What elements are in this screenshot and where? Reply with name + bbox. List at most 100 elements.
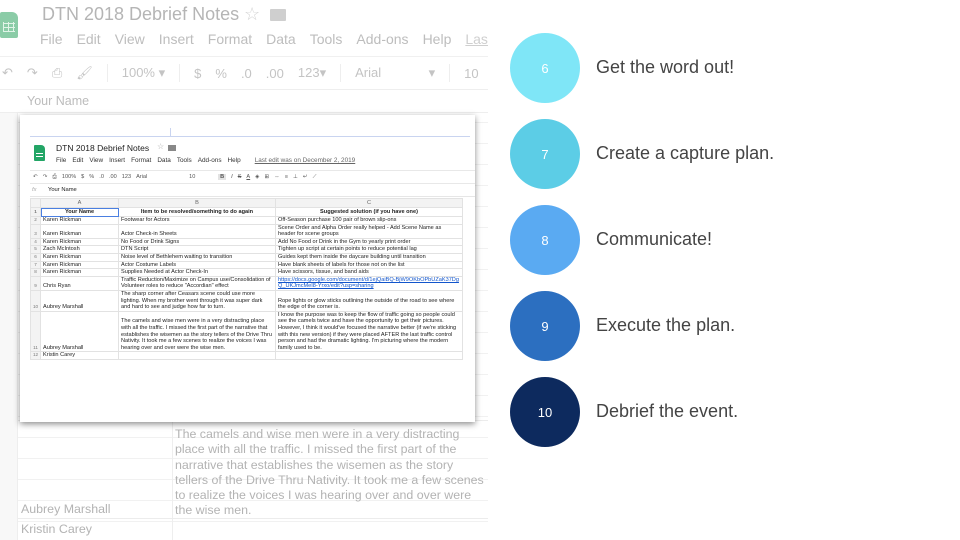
- column-header-row: A B C: [30, 198, 463, 208]
- menu-item-help: Help: [227, 157, 241, 164]
- column-header-b: B: [118, 198, 276, 208]
- row-number: 1: [30, 207, 41, 217]
- menu-item-view[interactable]: View: [115, 31, 145, 47]
- print-icon[interactable]: ⎙: [52, 65, 62, 81]
- toolbar-divider: [449, 64, 451, 82]
- redo-icon: ↷: [42, 174, 48, 180]
- step-circle-7: 7: [510, 119, 580, 189]
- number-format-select: 123: [121, 174, 132, 180]
- menu-item-data: Data: [157, 157, 171, 164]
- row-number: 4: [30, 237, 41, 247]
- paint-format-icon[interactable]: 🖌: [76, 65, 93, 81]
- formula-bar[interactable]: Your Name: [0, 91, 488, 113]
- cell-a12-text[interactable]: Kristin Carey: [21, 522, 92, 536]
- menu-item-file: File: [56, 157, 67, 164]
- table-cell: Footwear for Actors: [118, 216, 276, 225]
- table-cell: Actor Check-in Sheets: [118, 223, 276, 239]
- row-number: 2: [30, 216, 41, 225]
- table-cell: Scene Order and Alpha Order really helpe…: [275, 223, 463, 239]
- increase-decimal-button[interactable]: .00: [266, 66, 284, 81]
- table-cell: Supplies Needed at Actor Check-In: [118, 268, 276, 277]
- menu-bar: File Edit View Insert Format Data Tools …: [56, 157, 355, 164]
- table-row: 3 Karen Rickman Actor Check-in Sheets Sc…: [30, 223, 463, 239]
- sheet-table: A B C 1 Your Name Item to be resolved/so…: [30, 198, 463, 360]
- table-cell: Karen Rickman: [40, 268, 119, 277]
- table-row: 4 Karen Rickman No Food or Drink Signs A…: [30, 237, 463, 247]
- table-cell: Karen Rickman: [40, 216, 119, 225]
- bold-button: B: [218, 174, 227, 180]
- table-row: 11 Aubrey Marshall The camels and wise m…: [30, 310, 463, 353]
- table-cell: Suggested solution (if you have one): [275, 207, 463, 217]
- star-icon[interactable]: ☆: [244, 4, 260, 25]
- chevron-down-icon: ▾: [428, 65, 436, 80]
- decrease-decimal-button[interactable]: .0: [241, 66, 252, 81]
- cell-a11-text[interactable]: Aubrey Marshall: [21, 502, 111, 516]
- table-cell: Have scissors, tissue, and band aids: [275, 268, 463, 277]
- chevron-down-icon: ▾: [319, 65, 327, 80]
- corner-cell: [30, 198, 41, 208]
- table-cell: Karen Rickman: [40, 237, 119, 247]
- italic-button: I: [231, 174, 233, 180]
- menu-item-insert[interactable]: Insert: [159, 31, 194, 47]
- step-circle-8: 8: [510, 205, 580, 275]
- font-size-select[interactable]: 10: [464, 66, 478, 81]
- folder-icon[interactable]: [270, 9, 286, 21]
- font-select: Arial: [136, 174, 148, 180]
- table-cell: Aubrey Marshall: [40, 310, 119, 353]
- percent-button: %: [89, 174, 95, 180]
- last-edit-link[interactable]: Last e: [465, 31, 488, 47]
- toolbar-divider: [340, 64, 342, 82]
- column-header-c: C: [275, 198, 463, 208]
- menu-item-file[interactable]: File: [40, 31, 63, 47]
- chevron-down-icon: ▾: [158, 65, 166, 80]
- redo-icon[interactable]: ↷: [27, 65, 38, 81]
- table-cell: Your Name: [40, 207, 119, 217]
- step-label-6: Get the word out!: [596, 57, 735, 77]
- table-row: 7 Karen Rickman Actor Costume Labels Hav…: [30, 260, 463, 270]
- folder-icon: [168, 145, 176, 151]
- table-cell: Have blank sheets of labels for those no…: [275, 260, 463, 270]
- zoom-select[interactable]: 100% ▾: [122, 65, 165, 81]
- doc-link: https://docs.google.com/document/d/1ejQa…: [278, 276, 459, 290]
- table-cell: DTN Script: [118, 245, 276, 254]
- step-circle-6: 6: [510, 33, 580, 103]
- row-number: 8: [30, 268, 41, 277]
- menu-item-data[interactable]: Data: [266, 31, 296, 47]
- table-cell: No Food or Drink Signs: [118, 237, 276, 247]
- sheets-logo-icon: [34, 145, 45, 161]
- font-select[interactable]: Arial ▾: [355, 65, 435, 81]
- table-cell: Rope lights or glow sticks outlining the…: [275, 289, 463, 312]
- menu-item-addons[interactable]: Add-ons: [356, 31, 408, 47]
- table-cell: Guides kept them inside the daycare buil…: [275, 252, 463, 262]
- percent-button[interactable]: %: [215, 66, 227, 81]
- menu-item-format[interactable]: Format: [208, 31, 252, 47]
- table-cell: Zach McIntosh: [40, 245, 119, 254]
- merge-icon: ⇔: [274, 174, 280, 180]
- toolbar-divider: [179, 64, 181, 82]
- step-number: 8: [541, 232, 549, 248]
- currency-button[interactable]: $: [194, 66, 201, 81]
- currency-button: $: [81, 174, 85, 180]
- menu-item-help[interactable]: Help: [423, 31, 452, 47]
- divider-tick: [170, 128, 171, 136]
- table-cell: The camels and wise men were in a very d…: [118, 310, 276, 353]
- number-format-select[interactable]: 123▾: [298, 65, 326, 81]
- table-cell: Traffic Reduction/Maximize on Campus use…: [118, 275, 276, 291]
- row-number: 3: [30, 223, 41, 239]
- document-title[interactable]: DTN 2018 Debrief Notes: [42, 4, 239, 25]
- menu-item-tools[interactable]: Tools: [310, 31, 343, 47]
- table-row: 5 Zach McIntosh DTN Script Tighten up sc…: [30, 245, 463, 254]
- table-row: 10 Aubrey Marshall The sharp corner afte…: [30, 289, 463, 312]
- table-row: 9 Chris Ryan Traffic Reduction/Maximize …: [30, 275, 463, 291]
- undo-icon[interactable]: ↶: [2, 65, 13, 81]
- cell-b11-text[interactable]: The camels and wise men were in a very d…: [175, 427, 487, 519]
- table-cell: Kristin Carey: [40, 351, 119, 360]
- table-cell: Off-Season purchase 100 pair of brown sl…: [275, 216, 463, 225]
- menu-item-edit[interactable]: Edit: [77, 31, 101, 47]
- table-cell: Actor Costume Labels: [118, 260, 276, 270]
- zoom-value: 100%: [61, 174, 77, 180]
- number-format-value: 123: [297, 65, 320, 80]
- print-icon: ⎙: [52, 173, 57, 180]
- divider-line: [30, 136, 470, 137]
- step-number: 10: [537, 404, 553, 420]
